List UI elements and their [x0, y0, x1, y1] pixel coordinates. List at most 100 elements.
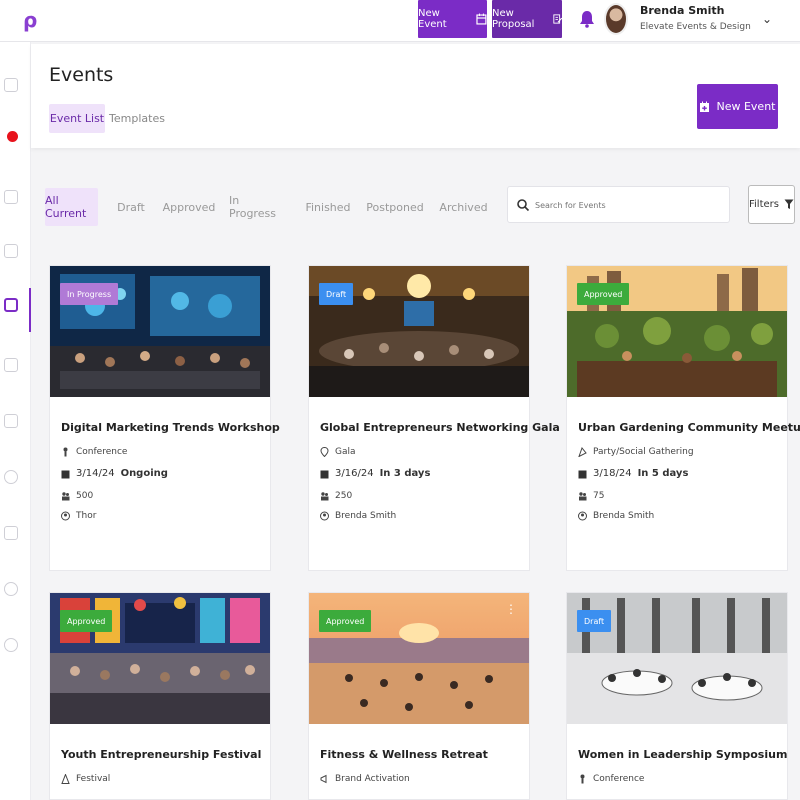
status-badge: In Progress — [60, 283, 119, 305]
sidebar-venues-icon[interactable] — [4, 358, 18, 372]
event-type: Gala — [335, 447, 356, 457]
user-icon — [320, 511, 329, 521]
event-guests: 75 — [593, 491, 605, 501]
more-options-icon[interactable]: ⋮ — [505, 603, 517, 615]
user-organization: Elevate Events & Design — [640, 22, 751, 32]
event-date: 3/18/24 — [593, 468, 632, 479]
user-icon — [61, 511, 70, 521]
event-owner-row: Thor — [61, 511, 96, 521]
notification-bell-icon[interactable] — [579, 10, 595, 28]
filter-draft[interactable]: Draft — [112, 188, 150, 226]
event-card[interactable]: Draft Global Entrepreneurs Networking Ga… — [308, 265, 560, 571]
people-icon — [579, 492, 587, 501]
sidebar-home-icon[interactable] — [4, 78, 18, 92]
sidebar-documents-icon[interactable] — [4, 526, 18, 540]
user-name: Brenda Smith — [640, 4, 725, 17]
event-guests-row: 75 — [578, 491, 604, 501]
event-type: Brand Activation — [335, 774, 410, 784]
sidebar-reports-icon[interactable] — [4, 414, 18, 428]
search-icon — [517, 199, 530, 212]
event-type: Conference — [593, 774, 645, 784]
status-badge: Approved — [319, 610, 372, 632]
event-date: 3/16/24 — [335, 468, 374, 479]
top-bar: ρ New Event New Proposal Brenda Smith El… — [0, 0, 800, 42]
new-event-label: New Event — [716, 100, 776, 113]
status-badge: Draft — [577, 610, 612, 632]
calendar-icon — [578, 470, 587, 478]
event-guests: 500 — [76, 491, 94, 501]
status-badge: Approved — [577, 283, 630, 305]
event-title: Fitness & Wellness Retreat — [320, 748, 488, 761]
event-type-row: Conference — [578, 774, 644, 784]
document-edit-icon — [553, 14, 562, 24]
event-date-row: 3/16/24 In 3 days — [320, 468, 430, 479]
event-owner: Brenda Smith — [593, 511, 655, 521]
user-avatar[interactable] — [604, 3, 628, 35]
filter-finished[interactable]: Finished — [302, 188, 354, 226]
tab-templates[interactable]: Templates — [109, 104, 165, 133]
new-event-button[interactable]: New Event — [697, 84, 778, 129]
sidebar-settings-icon[interactable] — [4, 582, 18, 596]
tab-event-list[interactable]: Event List — [49, 104, 105, 133]
filter-postponed[interactable]: Postponed — [366, 188, 424, 226]
new-event-label: New Event — [418, 8, 447, 30]
filter-archived[interactable]: Archived — [437, 188, 490, 226]
new-proposal-label: New Proposal — [492, 8, 535, 30]
event-owner: Brenda Smith — [335, 511, 397, 521]
search-input[interactable] — [535, 196, 725, 214]
filter-all-current[interactable]: All Current — [45, 188, 98, 226]
event-type-row: Brand Activation — [320, 774, 410, 784]
event-type: Party/Social Gathering — [593, 447, 694, 457]
event-relative-time: In 5 days — [637, 468, 689, 479]
status-badge: Approved — [60, 610, 113, 632]
event-owner: Thor — [76, 511, 97, 521]
calendar-icon — [320, 470, 329, 478]
page-title: Events — [49, 64, 114, 86]
event-type: Conference — [76, 447, 128, 457]
filter-in-progress[interactable]: In Progress — [229, 188, 289, 226]
event-type: Festival — [76, 774, 111, 784]
calendar-icon — [476, 13, 487, 25]
event-owner-row: Brenda Smith — [320, 511, 396, 521]
new-proposal-button[interactable]: New Proposal — [492, 0, 562, 38]
speaker-icon — [63, 447, 68, 457]
event-title: Digital Marketing Trends Workshop — [61, 421, 280, 434]
party-popper-icon — [578, 447, 587, 457]
sidebar-calendar-icon[interactable] — [4, 190, 18, 204]
chevron-down-icon[interactable]: ⌄ — [762, 12, 772, 26]
filter-approved[interactable]: Approved — [163, 188, 216, 226]
topbar-new-event-button[interactable]: New Event — [418, 0, 487, 38]
sidebar — [0, 42, 31, 800]
event-title: Global Entrepreneurs Networking Gala — [320, 421, 560, 434]
search-box — [507, 186, 730, 223]
event-type-row: Party/Social Gathering — [578, 447, 694, 457]
event-guests: 250 — [335, 491, 353, 501]
event-title: Women in Leadership Symposium — [578, 748, 788, 761]
user-icon — [578, 511, 587, 521]
calendar-add-icon — [700, 101, 710, 112]
sidebar-events-icon[interactable] — [4, 298, 18, 312]
people-icon — [62, 492, 70, 501]
sidebar-profile-icon[interactable] — [4, 638, 18, 652]
event-card[interactable]: Approved Youth Entrepreneurship Festival… — [49, 592, 271, 800]
event-type-row: Conference — [61, 447, 127, 457]
sidebar-clients-icon[interactable] — [4, 470, 18, 484]
event-date-row: 3/18/24 In 5 days — [578, 468, 688, 479]
location-pin-icon — [320, 447, 329, 457]
people-icon — [321, 492, 329, 501]
speaker-icon — [580, 774, 585, 784]
sidebar-dashboard-icon[interactable] — [4, 244, 18, 258]
event-type-row: Festival — [61, 774, 110, 784]
filters-button[interactable]: Filters — [748, 185, 795, 224]
event-title: Youth Entrepreneurship Festival — [61, 748, 262, 761]
app-logo[interactable]: ρ — [23, 8, 37, 32]
event-card[interactable]: In Progress Digital Marketing Trends Wor… — [49, 265, 280, 571]
event-card[interactable]: Approved ⋮ Fitness & Wellness Retreat Br… — [308, 592, 530, 800]
event-guests-row: 250 — [320, 491, 352, 501]
event-card[interactable]: Approved Urban Gardening Community Meetu… — [566, 265, 800, 571]
event-guests-row: 500 — [61, 491, 93, 501]
sidebar-active-indicator — [29, 288, 31, 332]
event-relative-time: Ongoing — [120, 468, 168, 479]
filter-funnel-icon — [784, 199, 794, 209]
event-card[interactable]: Draft Women in Leadership Symposium Conf… — [566, 592, 788, 800]
